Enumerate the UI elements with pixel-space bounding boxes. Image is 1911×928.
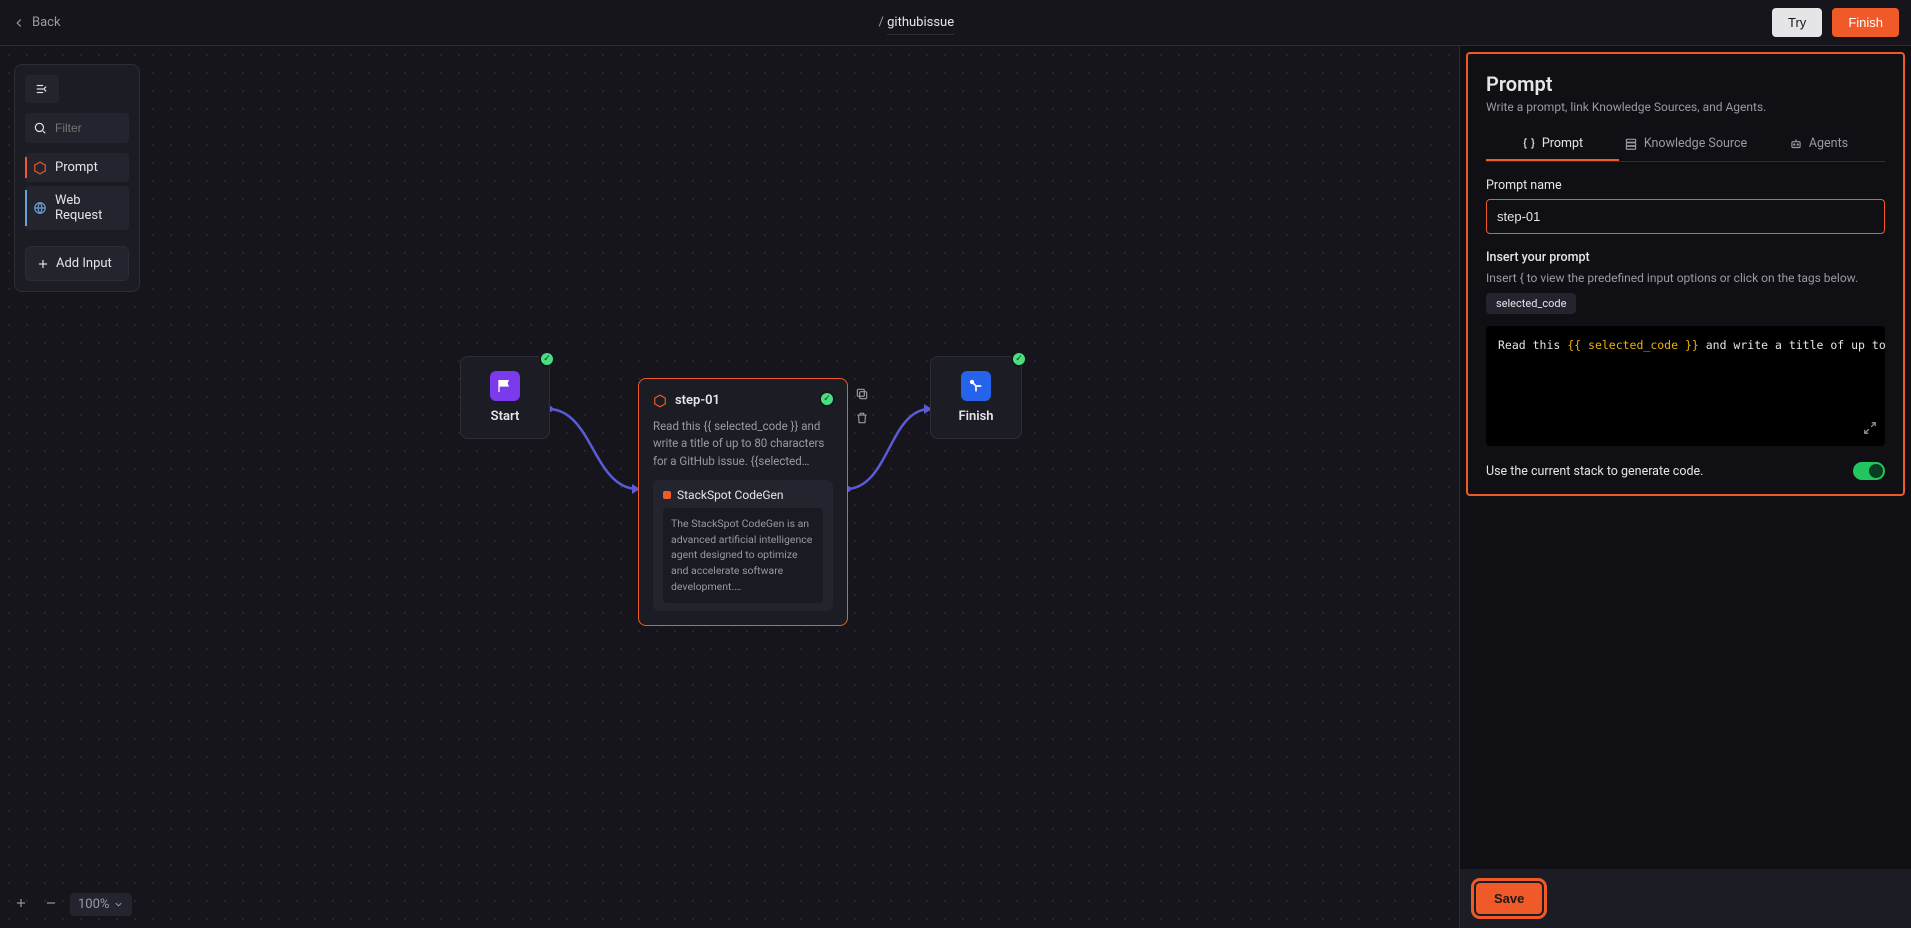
arrow-left-icon [12, 16, 26, 30]
node-start[interactable]: ✓ Start [460, 356, 550, 439]
delete-step-button[interactable] [853, 409, 871, 427]
prompt-name-label: Prompt name [1486, 178, 1885, 193]
prompt-editor[interactable]: Read this {{ selected_code }} and write … [1486, 326, 1885, 446]
add-input-label: Add Input [56, 256, 112, 271]
step-description: Read this {{ selected_code }} and write … [653, 418, 833, 470]
topbar-actions: Try Finish [1772, 8, 1899, 37]
expand-editor-button[interactable] [1863, 421, 1877, 438]
title-prefix: / [879, 15, 884, 30]
search-icon [33, 121, 47, 135]
panel-title: Prompt [1486, 72, 1885, 96]
tab-label: Knowledge Source [1644, 136, 1747, 151]
hexagon-icon [653, 394, 667, 408]
filter-input-wrapper [25, 113, 129, 143]
save-button[interactable]: Save [1476, 883, 1542, 914]
zoom-in-button[interactable] [10, 894, 32, 916]
agent-dot-icon [663, 491, 671, 499]
use-stack-toggle[interactable] [1853, 462, 1885, 480]
tag-selected-code[interactable]: selected_code [1486, 293, 1576, 314]
zoom-out-button[interactable] [40, 894, 62, 916]
node-finish[interactable]: ✓ Finish [930, 356, 1022, 439]
code-variable: {{ selected_code }} [1567, 338, 1699, 352]
back-label: Back [32, 15, 61, 30]
toggle-label: Use the current stack to generate code. [1486, 464, 1703, 479]
step-agent-box: StackSpot CodeGen The StackSpot CodeGen … [653, 480, 833, 611]
back-button[interactable]: Back [12, 15, 61, 30]
copy-step-button[interactable] [853, 385, 871, 403]
chevron-down-icon [113, 899, 124, 910]
page-title: / githubissue [61, 15, 1772, 30]
add-input-button[interactable]: Add Input [25, 246, 129, 281]
prompt-name-input[interactable] [1486, 199, 1885, 234]
panel-footer: Save [1460, 869, 1911, 928]
palette-item-prompt[interactable]: Prompt [25, 153, 129, 182]
target-icon [961, 371, 991, 401]
copy-icon [855, 387, 869, 401]
status-check-icon: ✓ [539, 351, 555, 367]
hexagon-icon [33, 161, 47, 175]
try-button[interactable]: Try [1772, 8, 1822, 37]
topbar: Back / githubissue Try Finish [0, 0, 1911, 46]
edge-start-to-step [548, 381, 640, 501]
finish-button[interactable]: Finish [1832, 8, 1899, 37]
code-text: and write a title of up to 80 chara [1699, 338, 1885, 352]
agent-name: StackSpot CodeGen [677, 488, 784, 502]
palette-item-label: Web Request [55, 193, 121, 223]
tab-label: Agents [1809, 136, 1848, 151]
robot-icon [1789, 137, 1803, 151]
agent-description: The StackSpot CodeGen is an advanced art… [663, 508, 823, 603]
main: Prompt Web Request Add Input ✓ [0, 46, 1911, 928]
flag-icon [490, 371, 520, 401]
list-collapse-icon [35, 82, 49, 96]
filter-input[interactable] [53, 120, 121, 136]
panel-body: Prompt Write a prompt, link Knowledge So… [1466, 52, 1905, 496]
minus-icon [44, 896, 58, 910]
insert-prompt-hint: Insert { to view the predefined input op… [1486, 271, 1885, 285]
node-label: Start [479, 409, 531, 424]
node-palette: Prompt Web Request Add Input [14, 64, 140, 292]
node-label: Finish [949, 409, 1003, 424]
canvas[interactable]: Prompt Web Request Add Input ✓ [0, 46, 1459, 928]
plus-icon [14, 896, 28, 910]
palette-item-web-request[interactable]: Web Request [25, 186, 129, 230]
insert-prompt-label: Insert your prompt [1486, 250, 1885, 265]
tab-label: Prompt [1542, 136, 1583, 151]
braces-icon [1522, 137, 1536, 151]
use-stack-toggle-row: Use the current stack to generate code. [1486, 462, 1885, 480]
globe-icon [33, 201, 47, 215]
trash-icon [855, 411, 869, 425]
status-check-icon: ✓ [819, 391, 835, 407]
step-name: step-01 [675, 393, 720, 408]
stack-icon [1624, 137, 1638, 151]
zoom-controls: 100% [10, 893, 132, 916]
panel-subtitle: Write a prompt, link Knowledge Sources, … [1486, 100, 1885, 114]
status-check-icon: ✓ [1011, 351, 1027, 367]
tab-knowledge-source[interactable]: Knowledge Source [1619, 128, 1752, 161]
palette-toggle-button[interactable] [25, 75, 59, 103]
right-panel: Prompt Write a prompt, link Knowledge So… [1459, 46, 1911, 928]
code-text: Read this [1498, 338, 1567, 352]
expand-icon [1863, 421, 1877, 435]
step-header: step-01 [653, 393, 833, 408]
panel-spacer [1460, 502, 1911, 869]
zoom-select[interactable]: 100% [70, 893, 132, 916]
zoom-value: 100% [78, 897, 109, 912]
palette-item-label: Prompt [55, 160, 98, 175]
node-step[interactable]: ✓ step-01 Read this {{ selected_code }} … [638, 378, 848, 626]
panel-tabs: Prompt Knowledge Source Agents [1486, 128, 1885, 162]
plus-icon [36, 257, 50, 271]
tab-agents[interactable]: Agents [1752, 128, 1885, 161]
tab-prompt[interactable]: Prompt [1486, 128, 1619, 161]
agent-name-row: StackSpot CodeGen [663, 488, 823, 502]
title-name[interactable]: githubissue [887, 15, 954, 35]
